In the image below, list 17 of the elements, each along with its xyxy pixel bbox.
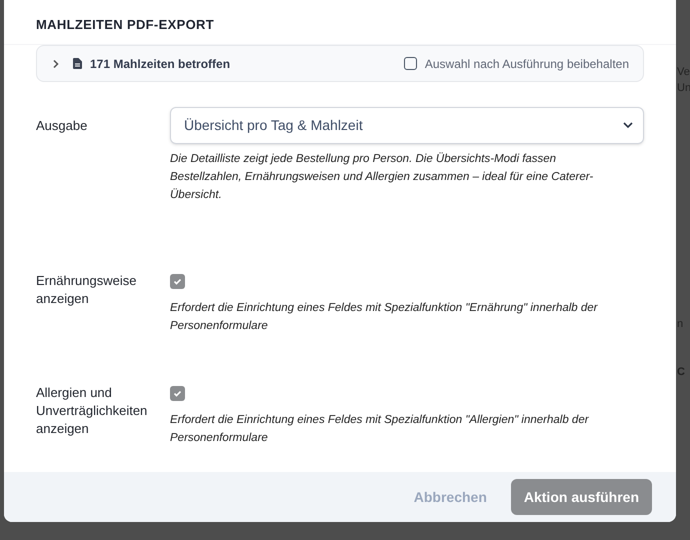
dialog-title: MAHLZEITEN PDF-EXPORT [36,16,214,34]
help-text: Die Detailliste zeigt jede Bestellung pro Person. Die Übersichts-Modi fassen Bestellzahlen, Ernährungsweisen und Allergien zusammen – ideal für eine Caterer-Übersicht. [170,151,594,203]
help-text: Erfordert die Einrichtung eines Feldes mit Spezialfunktion "Ernährung" innerhalb der Personenformulare [170,301,599,334]
document-icon [73,58,82,69]
chevron-icon[interactable] [51,58,61,68]
field-label: Allergien und Unverträglichkeiten anzeigen [36,384,148,438]
field-label: Ausgabe [36,117,88,135]
field-label: Ernährungsweise anzeigen [36,272,138,308]
cancel-button[interactable]: Abbrechen [414,486,487,508]
checkmark-icon [173,389,182,398]
keep-selection-label: Auswahl nach Ausführung beibehalten [424,56,629,72]
output-select[interactable]: Übersicht pro Tag & Mahlzeit [170,107,644,144]
keep-selection-checkbox[interactable] [404,57,417,70]
help-text: Erfordert die Einrichtung eines Feldes mit Spezialfunktion "Allergien" innerhalb der Personenformulare [170,413,590,446]
chevron-down-icon [623,122,633,129]
checkmark-icon [173,277,182,286]
affected-count: 171 Mahlzeiten betroffen [90,56,230,72]
